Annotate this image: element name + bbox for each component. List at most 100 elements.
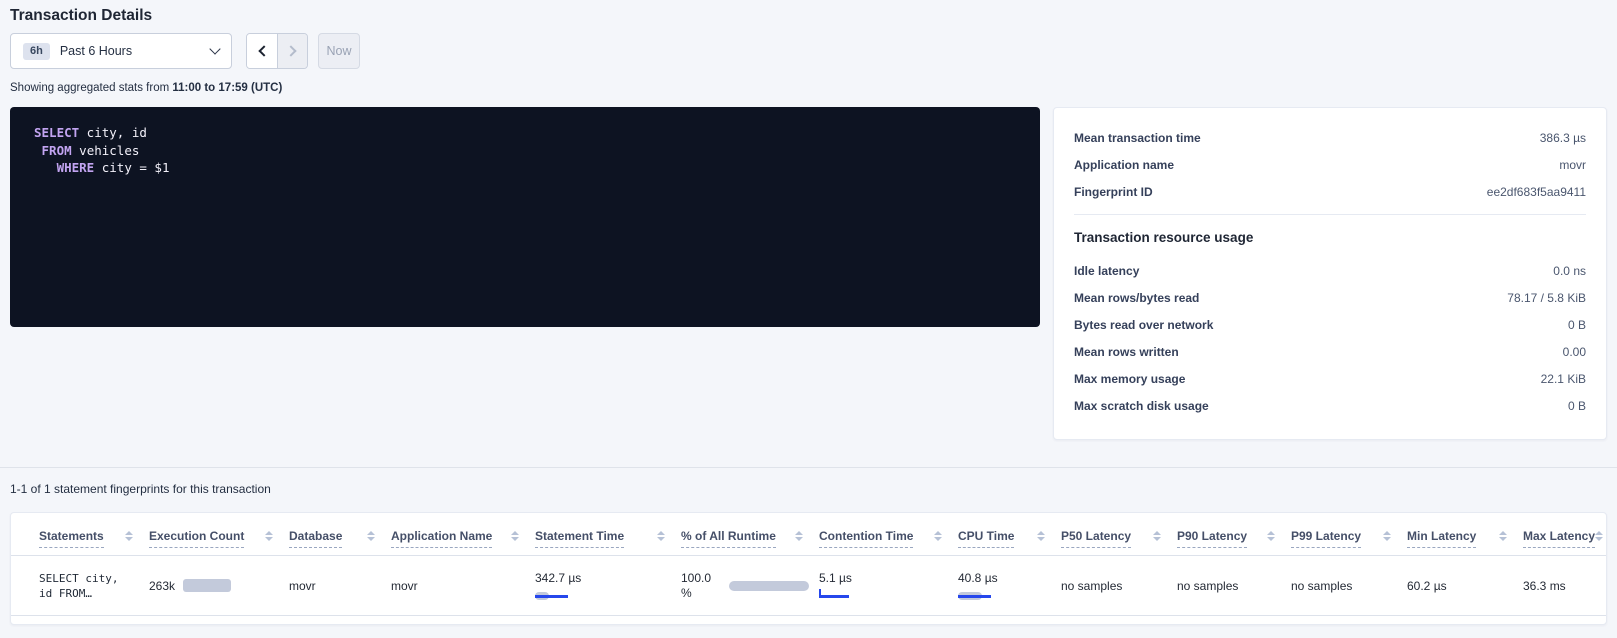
next-range-button[interactable] [277,34,307,68]
pct-runtime-bar [729,581,809,591]
summary-label: Max scratch disk usage [1074,399,1209,413]
time-range-selector[interactable]: 6h Past 6 Hours [10,33,232,69]
sort-icon [1383,531,1391,541]
summary-value: 0.0 ns [1553,264,1586,278]
statements-table: Statements Execution Count Database Appl… [11,513,1606,616]
chevron-left-icon [258,45,269,56]
column-header-p50-latency[interactable]: P50 Latency [1061,513,1177,556]
max-latency-value: 36.3 ms [1523,579,1566,593]
summary-row: Mean rows/bytes read 78.17 / 5.8 KiB [1074,284,1586,311]
sort-icon [1037,531,1045,541]
now-button[interactable]: Now [318,33,360,69]
column-header-p90-latency[interactable]: P90 Latency [1177,513,1291,556]
pct-runtime-value: 100.0 % [681,571,721,601]
summary-divider [1074,214,1586,215]
summary-value: 0.00 [1563,345,1586,359]
cell-application-name: movr [391,556,535,616]
transaction-details-page: Transaction Details 6h Past 6 Hours Now … [0,0,1617,625]
overview-section: SELECT city, id FROM vehicles WHERE city… [10,107,1607,440]
sort-icon [1595,531,1603,541]
summary-row: Max memory usage 22.1 KiB [1074,365,1586,392]
chevron-down-icon [209,43,220,54]
cell-database: movr [289,556,391,616]
execution-count-value: 263k [149,579,175,593]
cell-p90-latency: no samples [1177,556,1291,616]
p50-latency-value: no samples [1061,579,1122,593]
sort-icon [1499,531,1507,541]
column-header-database[interactable]: Database [289,513,391,556]
statements-table-card: Statements Execution Count Database Appl… [10,512,1607,625]
column-header-min-latency[interactable]: Min Latency [1407,513,1523,556]
cell-statements: SELECT city, id FROM… [11,556,149,616]
sort-icon [1153,531,1161,541]
column-header-pct-runtime[interactable]: % of All Runtime [681,513,819,556]
column-header-cpu-time[interactable]: CPU Time [958,513,1061,556]
summary-label: Mean transaction time [1074,131,1201,145]
column-header-statements[interactable]: Statements [11,513,149,556]
cell-p50-latency: no samples [1061,556,1177,616]
summary-label: Mean rows written [1074,345,1179,359]
contention-time-value: 5.1 µs [819,571,950,586]
sort-icon [367,531,375,541]
sql-statement-box: SELECT city, id FROM vehicles WHERE city… [10,107,1040,327]
resource-usage-heading: Transaction resource usage [1074,230,1586,245]
cell-pct-runtime: 100.0 % [681,556,819,616]
statement-link[interactable]: SELECT city, id FROM… [39,571,141,601]
section-divider [0,467,1617,468]
p99-latency-value: no samples [1291,579,1352,593]
cell-contention-time: 5.1 µs [819,556,958,616]
cell-execution-count: 263k [149,556,289,616]
summary-value: 78.17 / 5.8 KiB [1507,291,1586,305]
time-range-badge: 6h [23,43,50,60]
summary-row: Mean rows written 0.00 [1074,338,1586,365]
aggregation-caption: Showing aggregated stats from 11:00 to 1… [10,82,1607,94]
summary-label: Mean rows/bytes read [1074,291,1199,305]
time-controls: 6h Past 6 Hours Now [10,33,1607,69]
summary-row: Bytes read over network 0 B [1074,311,1586,338]
sql-code: SELECT city, id FROM vehicles WHERE city… [34,124,1016,177]
cpu-time-bar [958,592,998,600]
cell-max-latency: 36.3 ms [1523,556,1606,616]
column-header-p99-latency[interactable]: P99 Latency [1291,513,1407,556]
column-header-application-name[interactable]: Application Name [391,513,535,556]
prev-range-button[interactable] [247,34,277,68]
sort-icon [511,531,519,541]
sort-icon [657,531,665,541]
table-header-row: Statements Execution Count Database Appl… [11,513,1606,556]
statements-count-caption: 1-1 of 1 statement fingerprints for this… [10,482,1607,496]
min-latency-value: 60.2 µs [1407,579,1447,593]
contention-time-bar [819,592,851,600]
summary-row: Idle latency 0.0 ns [1074,257,1586,284]
aggregation-caption-prefix: Showing aggregated stats from [10,82,172,94]
summary-row: Fingerprint ID ee2df683f5aa9411 [1074,178,1586,205]
statement-time-value: 342.7 µs [535,571,583,586]
summary-row: Mean transaction time 386.3 µs [1074,124,1586,151]
summary-row: Application name movr [1074,151,1586,178]
cell-cpu-time: 40.8 µs [958,556,1061,616]
summary-value: ee2df683f5aa9411 [1487,185,1586,199]
chevron-right-icon [285,45,296,56]
sort-icon [1267,531,1275,541]
summary-value: 0 B [1568,399,1586,413]
sort-icon [125,531,133,541]
column-header-contention-time[interactable]: Contention Time [819,513,958,556]
summary-row: Max scratch disk usage 0 B [1074,392,1586,419]
transaction-summary-card: Mean transaction time 386.3 µs Applicati… [1053,107,1607,440]
sort-icon [265,531,273,541]
column-header-max-latency[interactable]: Max Latency [1523,513,1606,556]
application-name-value: movr [391,579,418,593]
table-row: SELECT city, id FROM… 263k movr movr 342… [11,556,1606,616]
aggregation-caption-range: 11:00 to 17:59 (UTC) [172,82,282,94]
sort-icon [934,531,942,541]
column-header-statement-time[interactable]: Statement Time [535,513,681,556]
execution-count-bar [183,579,231,592]
cell-min-latency: 60.2 µs [1407,556,1523,616]
column-header-execution-count[interactable]: Execution Count [149,513,289,556]
summary-label: Max memory usage [1074,372,1185,386]
summary-value: movr [1559,158,1586,172]
summary-label: Bytes read over network [1074,318,1213,332]
time-nav-group [246,33,308,69]
summary-label: Fingerprint ID [1074,185,1153,199]
summary-value: 0 B [1568,318,1586,332]
summary-value: 386.3 µs [1540,131,1586,145]
